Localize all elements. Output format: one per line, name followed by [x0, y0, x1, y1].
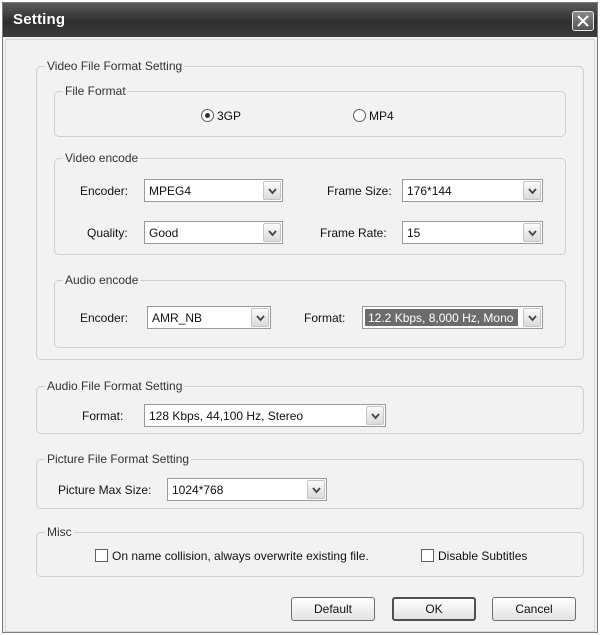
frame-rate-select[interactable]: 15 — [402, 221, 543, 244]
chevron-down-icon — [371, 413, 380, 420]
audio-file-format-value: 128 Kbps, 44,100 Hz, Stereo — [149, 409, 304, 423]
video-encode-legend: Video encode — [63, 151, 141, 165]
chevron-down-icon — [268, 230, 277, 237]
radio-mp4[interactable] — [353, 109, 366, 122]
audio-format-value: 12.2 Kbps, 8,000 Hz, Mono — [365, 309, 518, 326]
disable-subtitles-label[interactable]: Disable Subtitles — [438, 549, 527, 563]
frame-size-label: Frame Size: — [327, 184, 392, 198]
quality-dropdown-button[interactable] — [263, 223, 281, 242]
frame-size-dropdown-button[interactable] — [523, 181, 541, 200]
frame-rate-label: Frame Rate: — [320, 226, 387, 240]
audio-format-select[interactable]: 12.2 Kbps, 8,000 Hz, Mono — [362, 306, 543, 329]
quality-select[interactable]: Good — [144, 221, 283, 244]
default-button[interactable]: Default — [291, 597, 375, 621]
overwrite-checkbox-label[interactable]: On name collision, always overwrite exis… — [112, 549, 369, 563]
chevron-down-icon — [528, 230, 537, 237]
disable-subtitles-checkbox[interactable] — [421, 549, 434, 562]
misc-legend: Misc — [45, 525, 74, 539]
setting-dialog: Setting Video File Format Setting File F… — [2, 2, 598, 633]
radio-3gp-label[interactable]: 3GP — [217, 109, 241, 123]
audio-file-format-label: Format: — [82, 409, 124, 423]
audio-encoder-label: Encoder: — [80, 311, 129, 325]
picture-max-size-dropdown-button[interactable] — [307, 480, 325, 499]
close-button[interactable] — [572, 11, 594, 31]
audio-encoder-dropdown-button[interactable] — [251, 308, 269, 327]
picture-max-size-value: 1024*768 — [172, 483, 224, 497]
radio-3gp[interactable] — [201, 109, 214, 122]
picture-max-size-label: Picture Max Size: — [58, 483, 152, 497]
overwrite-checkbox[interactable] — [95, 549, 108, 562]
frame-size-value: 176*144 — [407, 184, 452, 198]
chevron-down-icon — [528, 315, 537, 322]
video-encoder-dropdown-button[interactable] — [263, 181, 281, 200]
chevron-down-icon — [256, 315, 265, 322]
video-file-format-legend: Video File Format Setting — [45, 59, 185, 73]
video-encoder-label: Encoder: — [80, 184, 129, 198]
audio-encoder-value: AMR_NB — [152, 311, 203, 325]
file-format-legend: File Format — [63, 84, 128, 98]
picture-max-size-select[interactable]: 1024*768 — [167, 478, 327, 501]
radio-mp4-label[interactable]: MP4 — [369, 109, 394, 123]
chevron-down-icon — [268, 188, 277, 195]
picture-file-format-legend: Picture File Format Setting — [45, 452, 192, 466]
window-title: Setting — [13, 11, 66, 28]
quality-value: Good — [149, 226, 179, 240]
radio-selected-dot — [205, 113, 210, 118]
audio-format-dropdown-button[interactable] — [523, 308, 541, 327]
audio-encode-legend: Audio encode — [63, 273, 141, 287]
quality-label: Quality: — [87, 226, 128, 240]
frame-rate-dropdown-button[interactable] — [523, 223, 541, 242]
close-icon — [577, 15, 589, 27]
audio-encoder-select[interactable]: AMR_NB — [147, 306, 271, 329]
audio-file-format-dropdown-button[interactable] — [366, 406, 384, 425]
audio-file-format-legend: Audio File Format Setting — [45, 379, 185, 393]
chevron-down-icon — [312, 487, 321, 494]
audio-format-label: Format: — [304, 311, 346, 325]
chevron-down-icon — [528, 188, 537, 195]
ok-button[interactable]: OK — [392, 597, 476, 621]
video-encoder-value: MPEG4 — [149, 184, 192, 198]
cancel-button[interactable]: Cancel — [492, 597, 576, 621]
file-format-group: File Format — [54, 84, 566, 137]
frame-size-select[interactable]: 176*144 — [402, 179, 543, 202]
title-bar[interactable]: Setting — [3, 3, 597, 37]
dialog-body: Video File Format Setting File Format 3G… — [5, 39, 595, 632]
video-encoder-select[interactable]: MPEG4 — [144, 179, 283, 202]
frame-rate-value: 15 — [407, 226, 421, 240]
audio-file-format-select[interactable]: 128 Kbps, 44,100 Hz, Stereo — [144, 404, 386, 427]
